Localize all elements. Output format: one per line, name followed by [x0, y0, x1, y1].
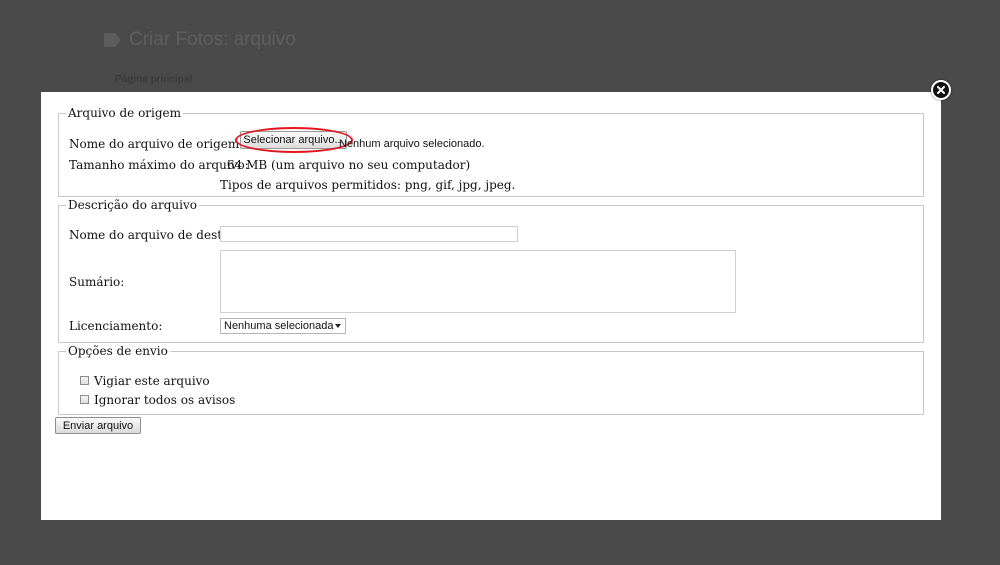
summary-textarea[interactable] [220, 250, 736, 313]
close-dialog-button[interactable] [931, 80, 951, 100]
allowed-types-text: Tipos de arquivos permitidos: png, gif, … [220, 178, 516, 192]
file-status-text: Nenhum arquivo selecionado. [339, 138, 485, 150]
max-size-label: Tamanho máximo do arquivo: [69, 158, 249, 172]
file-description-fieldset: Descrição do arquivo Nome do arquivo de … [58, 198, 924, 343]
submit-upload-button[interactable]: Enviar arquivo [55, 417, 141, 434]
source-file-label: Nome do arquivo de origem: [69, 137, 244, 151]
background-breadcrumb: Página principal [115, 74, 193, 85]
ignore-warnings-label: Ignorar todos os avisos [94, 393, 236, 407]
background-page-title: Criar Fotos: arquivo [103, 28, 296, 52]
dest-name-label: Nome do arquivo de destino: [69, 228, 245, 242]
watch-file-checkbox[interactable] [80, 376, 89, 385]
chevron-down-icon [335, 324, 341, 328]
dest-name-input[interactable] [220, 226, 518, 242]
licensing-label: Licenciamento: [69, 319, 163, 333]
choose-file-button[interactable]: Selecionar arquivo... [240, 131, 347, 149]
source-file-fieldset: Arquivo de origem Nome do arquivo de ori… [58, 106, 924, 197]
summary-label: Sumário: [69, 275, 125, 289]
file-description-legend: Descrição do arquivo [68, 198, 197, 212]
tag-icon [104, 33, 121, 47]
background-title-text: Criar Fotos: arquivo [129, 29, 296, 50]
licensing-select[interactable]: Nenhuma selecionada [220, 318, 346, 334]
source-file-legend: Arquivo de origem [68, 106, 182, 120]
upload-options-fieldset: Opções de envio Vigiar este arquivo Igno… [58, 344, 924, 415]
max-size-value: 64 MB (um arquivo no seu computador) [227, 158, 471, 172]
licensing-selected-value: Nenhuma selecionada [224, 320, 334, 332]
ignore-warnings-checkbox[interactable] [80, 395, 89, 404]
upload-options-legend: Opções de envio [68, 344, 168, 358]
upload-dialog: Arquivo de origem Nome do arquivo de ori… [41, 92, 941, 520]
watch-file-label: Vigiar este arquivo [94, 374, 210, 388]
close-icon [937, 86, 945, 94]
